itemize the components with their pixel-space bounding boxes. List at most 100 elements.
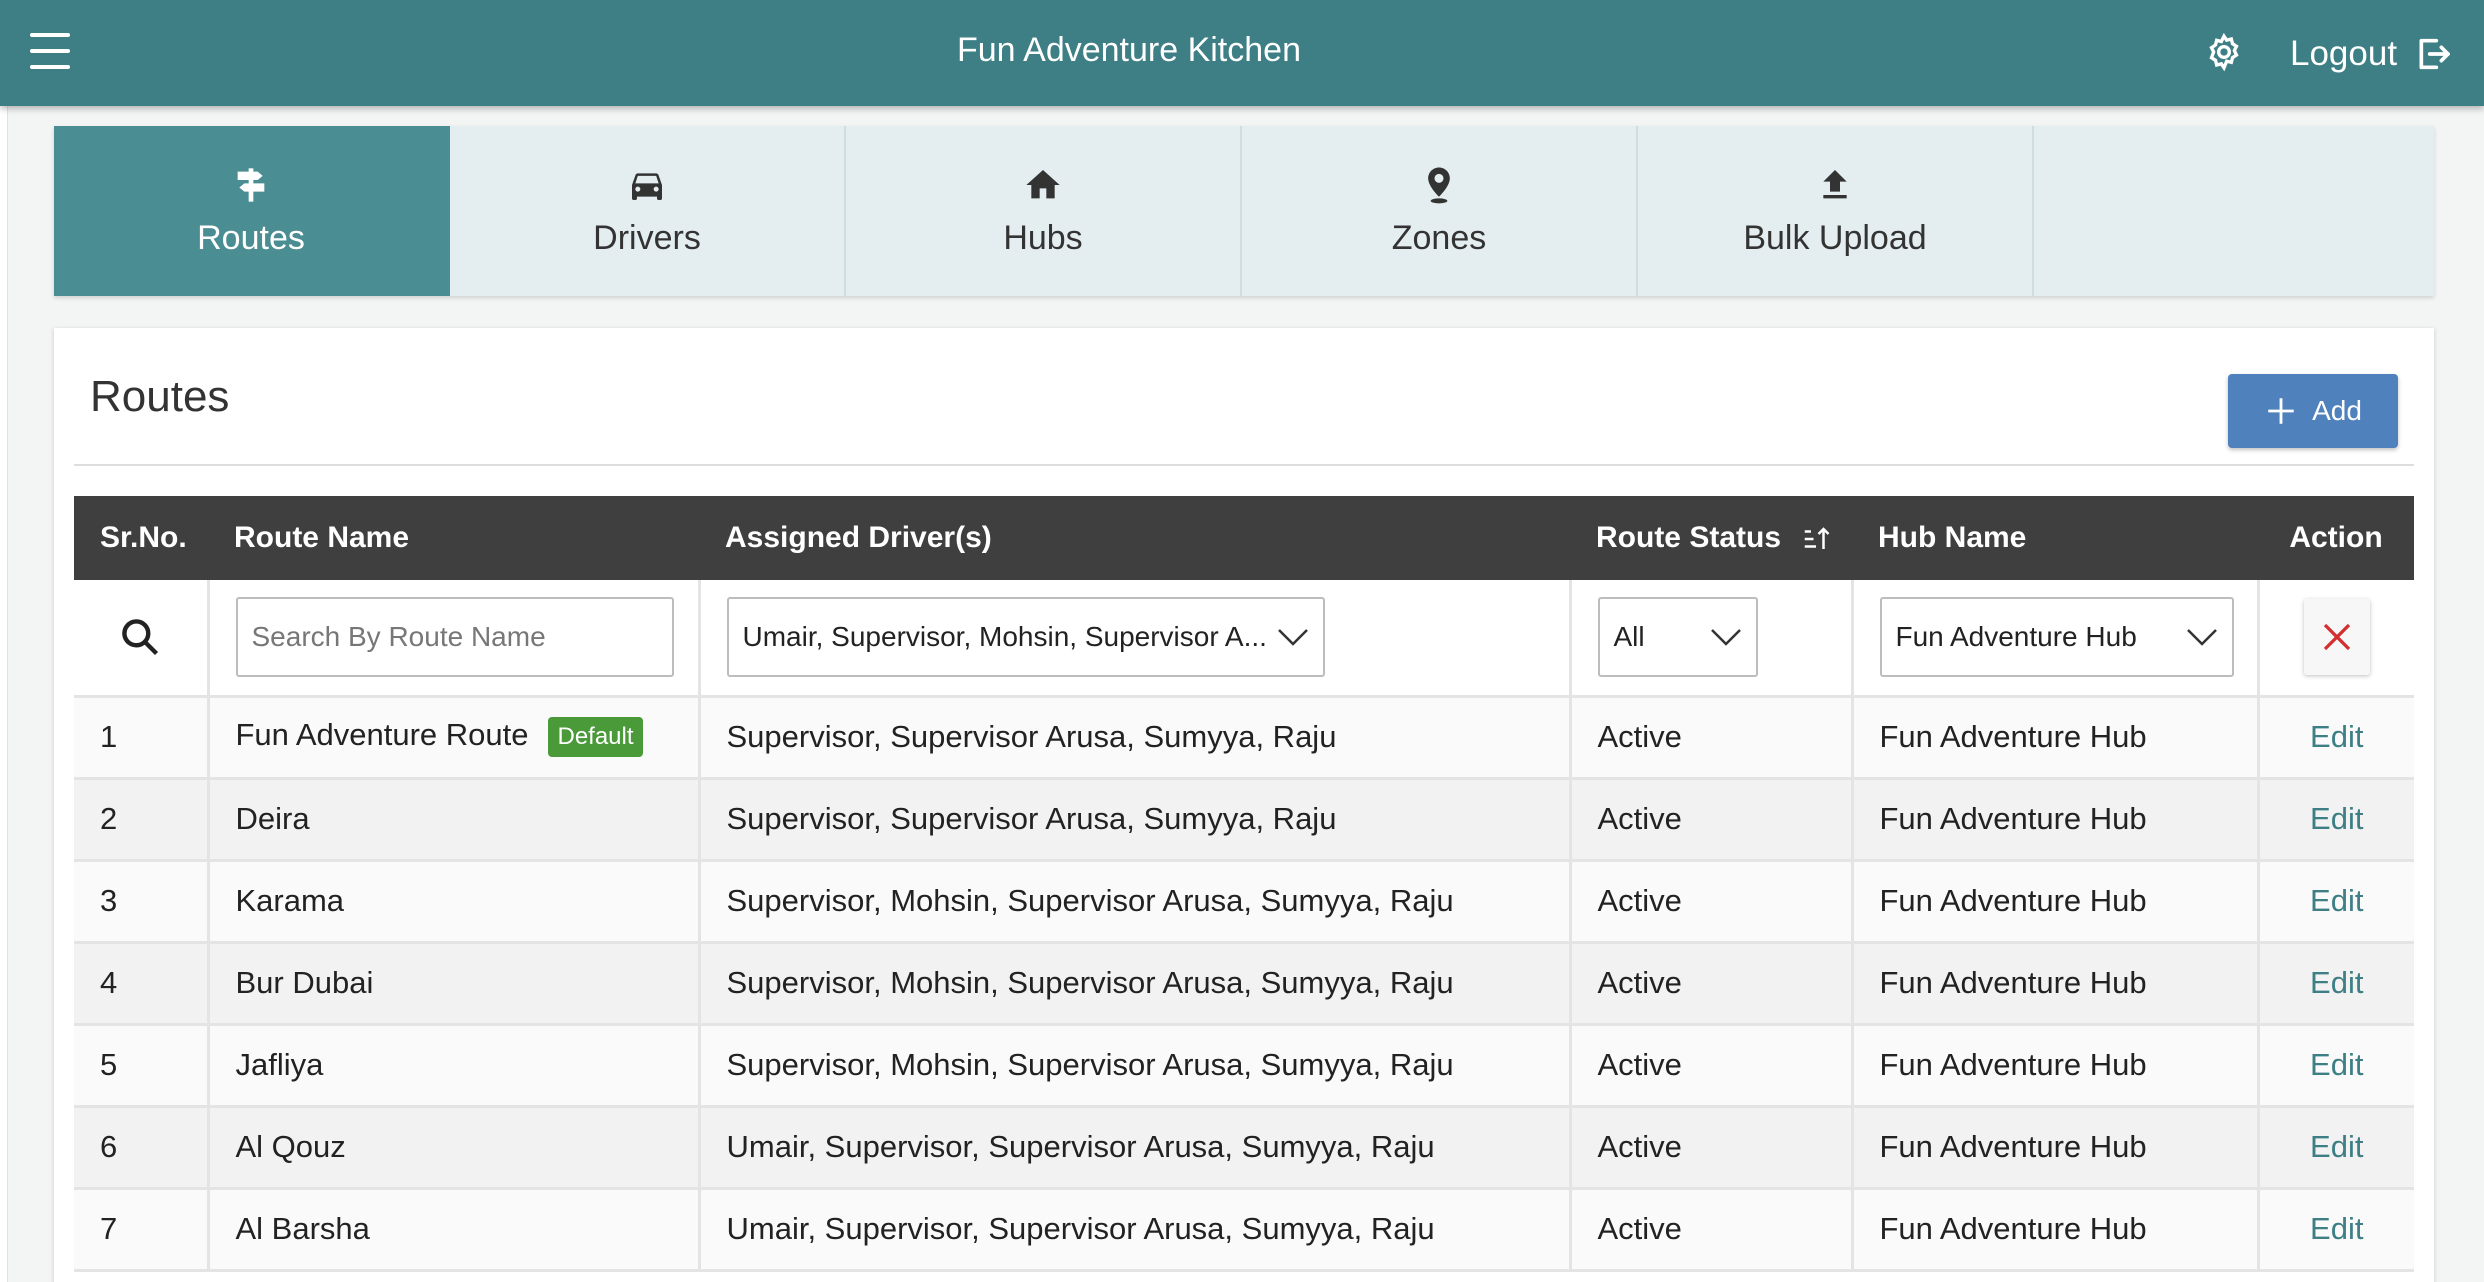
route-status-cell: Active bbox=[1570, 860, 1854, 944]
edit-link[interactable]: Edit bbox=[2310, 965, 2363, 1000]
hub-name-cell: Fun Adventure Hub bbox=[1852, 942, 2260, 1026]
chevron-down-icon bbox=[1277, 629, 1308, 647]
upload-icon bbox=[1823, 169, 1847, 198]
route-name-cell: Karama bbox=[208, 860, 701, 944]
route-name-cell: Deira bbox=[208, 778, 701, 862]
edit-link[interactable]: Edit bbox=[2310, 883, 2363, 918]
route-name-search-input[interactable] bbox=[235, 597, 674, 678]
route-status-cell: Active bbox=[1570, 942, 1854, 1026]
hub-name-cell: Fun Adventure Hub bbox=[1852, 1188, 2260, 1272]
drivers-filter-value: Umair, Supervisor, Mohsin, Supervisor A.… bbox=[742, 621, 1267, 653]
tab-drivers[interactable]: Drivers bbox=[450, 126, 846, 296]
sr-no-cell: 1 bbox=[74, 696, 210, 780]
table-row: 3 Karama Supervisor, Mohsin, Supervisor Ar… bbox=[74, 860, 2414, 944]
add-button-label: Add bbox=[2312, 395, 2362, 426]
tab-bulk-upload[interactable]: Bulk Upload bbox=[1638, 126, 2034, 296]
action-cell: Edit bbox=[2258, 1188, 2414, 1272]
tab-label: Hubs bbox=[1003, 218, 1083, 257]
plus-icon bbox=[2268, 398, 2294, 424]
column-header-assigned-drivers: Assigned Driver(s) bbox=[699, 496, 1570, 580]
routes-card: Routes Add Sr.No. Route Name Assigned Dr… bbox=[54, 328, 2434, 1282]
hub-name-cell: Fun Adventure Hub bbox=[1852, 1106, 2260, 1190]
sr-no-cell: 5 bbox=[74, 1024, 210, 1108]
page-title: Routes bbox=[90, 372, 230, 421]
edit-link[interactable]: Edit bbox=[2310, 1129, 2363, 1164]
filter-row: Umair, Supervisor, Mohsin, Supervisor A.… bbox=[74, 580, 2414, 698]
status-filter-value: All bbox=[1613, 621, 1645, 653]
clear-filters-button[interactable] bbox=[2303, 599, 2370, 676]
route-name-filter-cell bbox=[208, 580, 701, 698]
assigned-drivers-cell: Supervisor, Mohsin, Supervisor Arusa, Su… bbox=[699, 942, 1572, 1026]
tab-label: Bulk Upload bbox=[1743, 218, 1927, 257]
signpost-icon bbox=[237, 167, 265, 202]
route-status-cell: Active bbox=[1570, 696, 1854, 780]
sr-no-cell: 6 bbox=[74, 1106, 210, 1190]
route-name: Al Barsha bbox=[235, 1211, 370, 1246]
assigned-drivers-cell: Supervisor, Supervisor Arusa, Sumyya, Ra… bbox=[699, 696, 1572, 780]
page-left-edge bbox=[0, 0, 8, 1282]
app-header: Fun Adventure Kitchen Logout bbox=[0, 0, 2484, 106]
table-row: 5 Jafliya Supervisor, Mohsin, Supervisor A… bbox=[74, 1024, 2414, 1108]
route-name: Bur Dubai bbox=[235, 965, 374, 1000]
action-cell: Edit bbox=[2258, 942, 2414, 1026]
action-cell: Edit bbox=[2258, 778, 2414, 862]
route-status-cell: Active bbox=[1570, 1188, 1854, 1272]
column-header-sr-no: Sr.No. bbox=[74, 496, 208, 580]
home-icon bbox=[1026, 169, 1060, 198]
hub-name-cell: Fun Adventure Hub bbox=[1852, 1024, 2260, 1108]
location-pin-icon bbox=[1428, 167, 1450, 203]
column-header-hub-name: Hub Name bbox=[1852, 496, 2258, 580]
chevron-down-icon bbox=[2186, 629, 2217, 647]
close-icon bbox=[2323, 624, 2350, 651]
assigned-drivers-cell: Umair, Supervisor, Supervisor Arusa, Sum… bbox=[699, 1188, 1572, 1272]
drivers-filter-select[interactable]: Umair, Supervisor, Mohsin, Supervisor A.… bbox=[726, 597, 1325, 678]
tab-label: Routes bbox=[197, 218, 305, 257]
edit-link[interactable]: Edit bbox=[2310, 801, 2363, 836]
route-name-cell: Fun Adventure Route Default bbox=[208, 696, 701, 780]
sr-no-cell: 3 bbox=[74, 860, 210, 944]
route-name: Karama bbox=[235, 883, 345, 918]
drivers-filter-cell: Umair, Supervisor, Mohsin, Supervisor A.… bbox=[699, 580, 1572, 698]
default-badge: Default bbox=[548, 717, 643, 757]
hub-filter-select[interactable]: Fun Adventure Hub bbox=[1879, 597, 2234, 678]
app-title: Fun Adventure Kitchen bbox=[956, 31, 1301, 69]
column-header-route-status[interactable]: Route Status bbox=[1570, 496, 1852, 580]
route-status-cell: Active bbox=[1570, 778, 1854, 862]
column-header-route-name: Route Name bbox=[208, 496, 699, 580]
search-icon bbox=[122, 619, 159, 656]
logout-label: Logout bbox=[2290, 34, 2398, 73]
assigned-drivers-cell: Supervisor, Mohsin, Supervisor Arusa, Su… bbox=[699, 860, 1572, 944]
assigned-drivers-cell: Supervisor, Mohsin, Supervisor Arusa, Su… bbox=[699, 1024, 1572, 1108]
action-cell: Edit bbox=[2258, 860, 2414, 944]
route-status-label: Route Status bbox=[1596, 521, 1782, 554]
sr-no-cell: 4 bbox=[74, 942, 210, 1026]
route-name: Fun Adventure Route bbox=[235, 717, 529, 753]
edit-link[interactable]: Edit bbox=[2310, 719, 2363, 754]
route-name-cell: Al Qouz bbox=[208, 1106, 701, 1190]
edit-link[interactable]: Edit bbox=[2310, 1047, 2363, 1082]
tab-zones[interactable]: Zones bbox=[1242, 126, 1638, 296]
settings-gear-icon[interactable] bbox=[2204, 32, 2244, 72]
car-icon bbox=[632, 172, 662, 200]
table-row: 1 Fun Adventure Route Default Supervisor, S… bbox=[74, 696, 2414, 780]
hub-filter-value: Fun Adventure Hub bbox=[1895, 621, 2137, 653]
tab-routes[interactable]: Routes bbox=[54, 126, 450, 296]
action-cell: Edit bbox=[2258, 1024, 2414, 1108]
tab-hubs[interactable]: Hubs bbox=[846, 126, 1242, 296]
logout-button[interactable]: Logout bbox=[2290, 30, 2453, 78]
route-name: Al Qouz bbox=[235, 1129, 346, 1164]
status-filter-select[interactable]: All bbox=[1597, 597, 1758, 678]
sort-icon[interactable] bbox=[1801, 524, 1831, 554]
search-cell bbox=[74, 580, 210, 698]
tab-label: Zones bbox=[1391, 218, 1487, 257]
route-name: Jafliya bbox=[235, 1047, 324, 1082]
action-cell: Edit bbox=[2258, 696, 2414, 780]
hub-name-cell: Fun Adventure Hub bbox=[1852, 696, 2260, 780]
hub-name-cell: Fun Adventure Hub bbox=[1852, 778, 2260, 862]
table-row: 4 Bur Dubai Supervisor, Mohsin, Supervisor… bbox=[74, 942, 2414, 1026]
hub-filter-cell: Fun Adventure Hub bbox=[1852, 580, 2260, 698]
chevron-down-icon bbox=[1710, 629, 1741, 647]
add-route-button[interactable]: Add bbox=[2228, 374, 2398, 448]
clear-filter-cell bbox=[2258, 580, 2414, 698]
edit-link[interactable]: Edit bbox=[2310, 1211, 2363, 1246]
